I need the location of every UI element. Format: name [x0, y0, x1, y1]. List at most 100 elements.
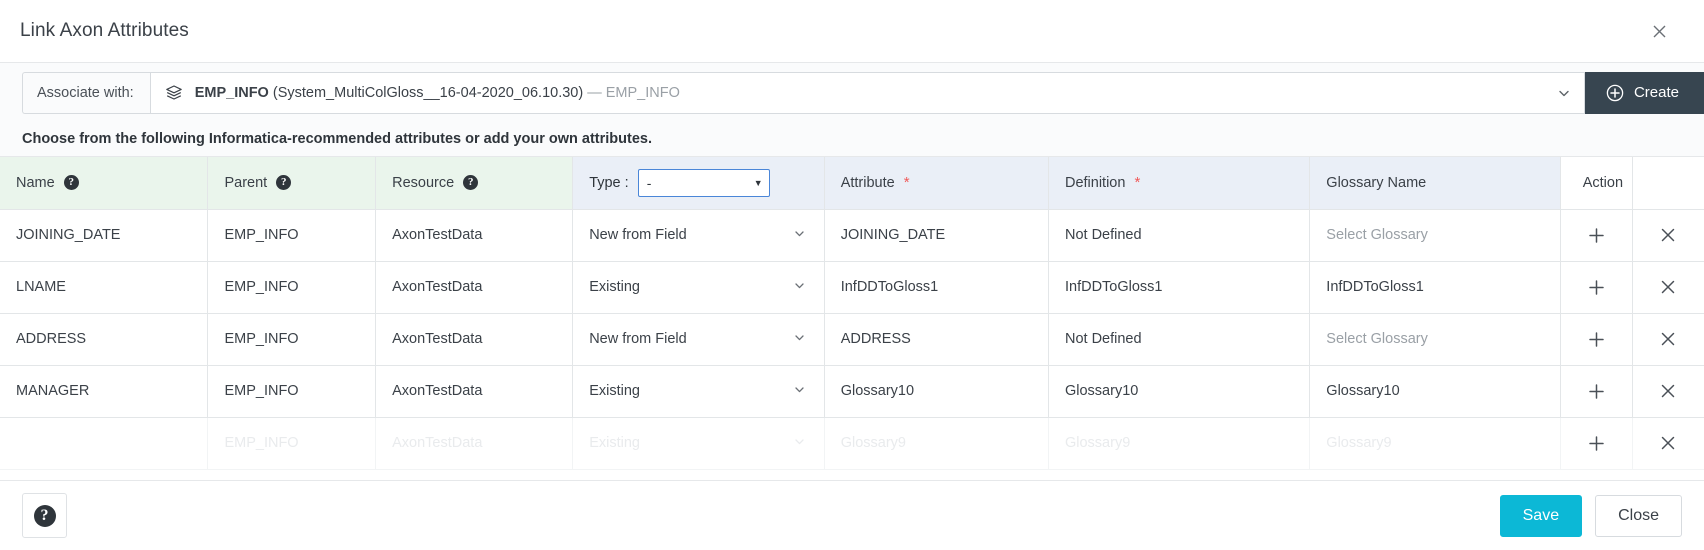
save-button[interactable]: Save	[1499, 494, 1583, 537]
associate-bar: Associate with: EMP_INFO (System_MultiCo…	[0, 63, 1704, 122]
column-header-glossary-name-label: Glossary Name	[1326, 174, 1427, 191]
cell-parent-text: EMP_INFO	[224, 227, 299, 243]
type-dropdown[interactable]: New from Field	[589, 331, 808, 347]
add-row-button[interactable]	[1577, 210, 1616, 261]
glossary-select[interactable]: Select Glossary	[1326, 227, 1428, 243]
table-row: JOINING_DATE EMP_INFO AxonTestData New from…	[0, 209, 1704, 262]
column-header-action-label: Action	[1582, 174, 1624, 191]
layers-icon	[165, 83, 184, 102]
cell-resource-text: AxonTestData	[392, 279, 483, 295]
dialog-titlebar: Link Axon Attributes	[0, 0, 1704, 63]
resource-select-value: EMP_INFO (System_MultiColGloss__16-04-20…	[195, 85, 680, 101]
glossary-select[interactable]: Select Glossary	[1326, 331, 1428, 347]
cell-definition: InfDDToGloss1	[1047, 261, 1311, 314]
type-dropdown[interactable]: Existing	[589, 435, 808, 451]
cell-parent: EMP_INFO	[207, 417, 377, 470]
required-asterisk: *	[1134, 174, 1141, 192]
type-dropdown[interactable]: Existing	[589, 279, 808, 295]
type-value: Existing	[589, 435, 640, 451]
cell-parent-text: EMP_INFO	[224, 279, 299, 295]
cell-definition-text: Glossary9	[1064, 435, 1131, 451]
cell-definition-text: InfDDToGloss1	[1064, 279, 1163, 295]
dialog-footer: ? Save Close	[0, 480, 1704, 550]
cell-attribute-text: InfDDToGloss1	[840, 279, 939, 295]
table-row: EMP_INFO AxonTestData Existing Glossary9 Glo…	[0, 417, 1704, 470]
cell-definition-text: Not Defined	[1064, 227, 1142, 243]
cell-name-text: ADDRESS	[16, 331, 87, 347]
add-row-button[interactable]	[1577, 262, 1616, 313]
cell-remove-action	[1631, 417, 1704, 470]
cell-glossary: Glossary10	[1309, 365, 1561, 418]
remove-row-button[interactable]	[1649, 418, 1688, 469]
resource-select[interactable]: EMP_INFO (System_MultiColGloss__16-04-20…	[149, 71, 1585, 114]
cell-definition: Glossary9	[1047, 417, 1311, 470]
help-icon[interactable]: ?	[463, 175, 479, 191]
cell-attribute: JOINING_DATE	[823, 209, 1049, 262]
cell-attribute-text: Glossary10	[840, 383, 915, 399]
type-value: New from Field	[589, 227, 687, 243]
cell-name: ADDRESS	[0, 313, 209, 366]
close-icon[interactable]	[1646, 18, 1672, 44]
cell-definition-text: Not Defined	[1064, 331, 1142, 347]
glossary-select[interactable]: Glossary10	[1326, 383, 1399, 399]
plus-circle-icon	[1606, 83, 1625, 102]
chevron-down-icon	[793, 227, 806, 243]
column-header-action-spacer	[1631, 157, 1704, 210]
cell-definition: Not Defined	[1047, 313, 1311, 366]
remove-row-button[interactable]	[1649, 366, 1688, 417]
column-header-parent-label: Parent	[224, 174, 268, 191]
table-row: LNAME EMP_INFO AxonTestData Existing InfDDTo…	[0, 261, 1704, 314]
cell-resource: AxonTestData	[375, 313, 574, 366]
help-icon[interactable]: ?	[276, 175, 292, 191]
instruction-text: Choose from the following Informatica-re…	[0, 122, 1704, 157]
resource-system: (System_MultiColGloss__16-04-2020_06.10.…	[272, 84, 584, 101]
column-header-definition: Definition *	[1047, 157, 1311, 210]
type-filter-select[interactable]: - ▼	[637, 168, 770, 197]
cell-name: LNAME	[0, 261, 209, 314]
add-row-button[interactable]	[1577, 366, 1616, 417]
add-row-button[interactable]	[1577, 314, 1616, 365]
required-asterisk: *	[903, 174, 910, 192]
column-header-resource-label: Resource	[392, 174, 455, 191]
cell-resource-text: AxonTestData	[392, 331, 483, 347]
glossary-select[interactable]: Glossary9	[1326, 435, 1391, 451]
cell-parent-text: EMP_INFO	[224, 435, 299, 451]
cell-attribute-text: JOINING_DATE	[840, 227, 946, 243]
help-button[interactable]: ?	[22, 493, 67, 538]
glossary-select[interactable]: InfDDToGloss1	[1326, 279, 1424, 295]
cell-add-action	[1559, 313, 1633, 366]
cell-name	[0, 417, 209, 470]
chevron-down-icon[interactable]	[1557, 73, 1571, 113]
table-header-row: Name? Parent? Resource? Type : - ▼ Attri…	[0, 157, 1704, 210]
remove-row-button[interactable]	[1649, 314, 1688, 365]
page-title: Link Axon Attributes	[20, 20, 189, 41]
cell-name-text: LNAME	[16, 279, 66, 295]
column-header-glossary-name: Glossary Name	[1309, 157, 1561, 210]
type-dropdown[interactable]: New from Field	[589, 227, 808, 243]
cell-attribute-text: ADDRESS	[840, 331, 911, 347]
type-value: Existing	[589, 383, 640, 399]
help-icon[interactable]: ?	[63, 175, 79, 191]
column-header-parent: Parent?	[207, 157, 377, 210]
remove-row-button[interactable]	[1649, 262, 1688, 313]
table-header: Name? Parent? Resource? Type : - ▼ Attri…	[0, 157, 1704, 210]
cell-resource-text: AxonTestData	[392, 435, 483, 451]
add-row-button[interactable]	[1577, 418, 1616, 469]
column-header-action: Action	[1559, 157, 1633, 210]
cell-attribute: Glossary10	[823, 365, 1049, 418]
create-button[interactable]: Create	[1584, 71, 1704, 114]
cell-parent-text: EMP_INFO	[224, 331, 299, 347]
associate-with-label: Associate with:	[22, 71, 150, 114]
remove-row-button[interactable]	[1649, 210, 1688, 261]
cell-name-text: JOINING_DATE	[16, 227, 121, 243]
cell-resource: AxonTestData	[375, 261, 574, 314]
resource-name: EMP_INFO	[194, 84, 269, 101]
cell-remove-action	[1631, 209, 1704, 262]
type-dropdown[interactable]: Existing	[589, 383, 808, 399]
close-button[interactable]: Close	[1595, 494, 1682, 537]
cell-resource: AxonTestData	[375, 417, 574, 470]
cell-parent: EMP_INFO	[207, 261, 377, 314]
column-header-resource: Resource?	[375, 157, 574, 210]
table-row: ADDRESS EMP_INFO AxonTestData New from Fiel…	[0, 313, 1704, 366]
cell-add-action	[1559, 209, 1633, 262]
